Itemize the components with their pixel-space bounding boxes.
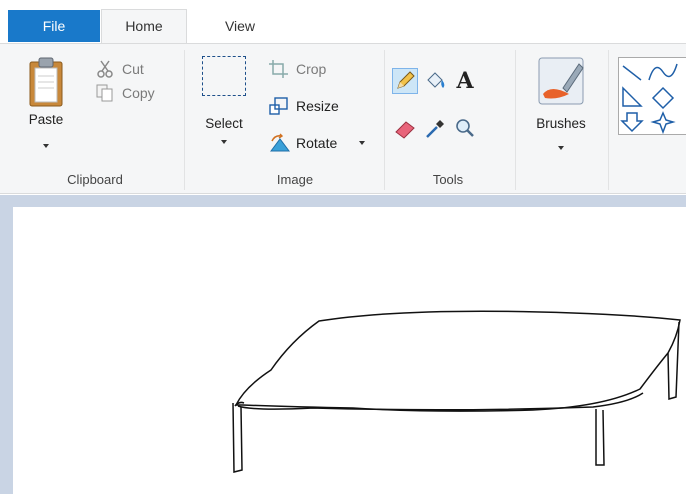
rotate-icon <box>270 133 290 152</box>
table-top-outline <box>234 310 681 412</box>
drawing-canvas[interactable] <box>13 207 686 494</box>
pencil-glyph <box>397 71 415 89</box>
copy-icon <box>96 84 113 102</box>
select-dropdown-icon[interactable] <box>221 140 227 144</box>
ribbon-home: Paste Cut Copy Clipboard Select Crop Res… <box>0 43 686 194</box>
table-drawing <box>232 310 681 473</box>
crop-button[interactable]: Crop <box>268 58 348 80</box>
star-icon <box>650 111 676 135</box>
table-leg-front-left <box>232 402 243 473</box>
select-label: Select <box>205 116 243 131</box>
brushes-dropdown-icon[interactable] <box>558 146 564 150</box>
fill-bucket-glyph <box>427 72 445 88</box>
select-button[interactable]: Select <box>196 56 252 156</box>
curve-icon <box>648 63 678 81</box>
table-leg-front-right <box>595 409 605 466</box>
fill-icon[interactable] <box>422 68 448 94</box>
scissors-icon <box>97 60 113 78</box>
diamond-icon <box>651 86 675 110</box>
brushes-button[interactable]: Brushes <box>524 52 598 160</box>
tab-file[interactable]: File <box>8 10 100 42</box>
crop-label: Crop <box>296 61 327 77</box>
brush-icon <box>538 57 584 105</box>
pencil-icon[interactable] <box>392 68 418 94</box>
resize-icon <box>269 97 288 115</box>
paste-button[interactable]: Paste <box>20 52 72 162</box>
right-triangle-icon <box>622 86 643 107</box>
group-divider <box>608 50 609 190</box>
eraser-glyph <box>395 121 415 139</box>
line-icon <box>622 65 642 81</box>
brushes-label: Brushes <box>536 116 586 131</box>
resize-button[interactable]: Resize <box>268 95 352 117</box>
down-arrow-icon <box>620 112 644 133</box>
clipboard-group-label: Clipboard <box>67 172 123 187</box>
paste-label: Paste <box>28 112 64 127</box>
rotate-dropdown-icon[interactable] <box>359 141 365 145</box>
clipboard-paste-icon <box>29 57 63 107</box>
magnifier-icon[interactable] <box>452 116 478 142</box>
eraser-icon[interactable] <box>392 116 418 142</box>
copy-button[interactable]: Copy <box>94 82 170 104</box>
image-group-label: Image <box>276 172 314 187</box>
paste-dropdown-icon[interactable] <box>43 144 49 148</box>
color-picker-icon[interactable] <box>422 116 448 142</box>
group-divider <box>184 50 185 190</box>
copy-label: Copy <box>122 85 155 101</box>
select-rectangle-icon <box>202 56 246 96</box>
shapes-glyphs <box>620 63 678 135</box>
cut-label: Cut <box>122 61 144 77</box>
crop-icon <box>269 60 288 78</box>
rotate-label: Rotate <box>296 135 338 151</box>
tab-home[interactable]: Home <box>101 9 187 45</box>
text-icon[interactable]: A <box>452 68 478 94</box>
ribbon-tab-bar: File Home View <box>0 0 686 45</box>
tab-view[interactable]: View <box>205 10 275 44</box>
magnifier-glyph <box>456 119 474 137</box>
rotate-button[interactable]: Rotate <box>268 132 372 154</box>
tools-group-label: Tools <box>432 172 464 187</box>
resize-label: Resize <box>296 98 339 114</box>
group-divider <box>384 50 385 190</box>
cut-button[interactable]: Cut <box>94 58 164 80</box>
eyedropper-glyph <box>426 120 444 138</box>
shapes-gallery <box>618 57 686 135</box>
group-divider <box>515 50 516 190</box>
